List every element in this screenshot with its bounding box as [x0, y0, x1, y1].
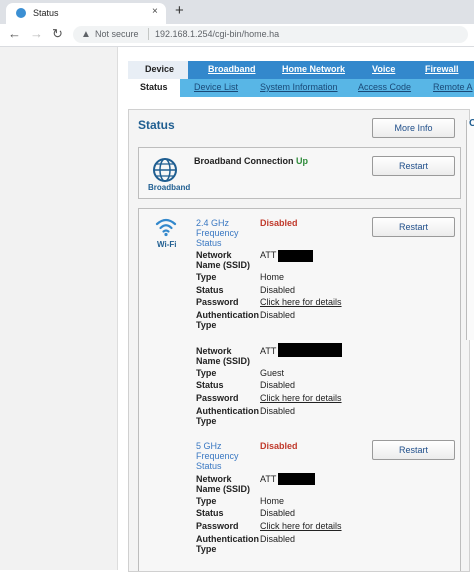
new-tab-button[interactable]: +	[175, 2, 184, 19]
password-label: Password	[196, 393, 239, 403]
broadband-connection-row: Broadband Connection Up	[194, 156, 308, 166]
warning-icon: ▲	[81, 29, 91, 40]
ssid-value: ATT	[260, 250, 277, 260]
wifi-icon	[155, 218, 177, 237]
status-label: Status	[196, 380, 224, 390]
type-label: Type	[196, 496, 217, 506]
left-blank-pane	[0, 47, 118, 570]
band-5-title: 5 GHz Frequency Status	[196, 441, 239, 471]
band-24-state: Disabled	[260, 218, 298, 228]
type-value: Home	[260, 496, 285, 506]
close-tab-icon[interactable]: ×	[152, 6, 158, 17]
password-label: Password	[196, 297, 239, 307]
band-24-restart-button[interactable]: Restart	[372, 217, 455, 237]
not-secure-label: Not secure	[95, 29, 139, 39]
primary-nav: Device Broadband Home Network Voice Fire…	[128, 61, 474, 79]
more-info-button[interactable]: More Info	[372, 118, 455, 138]
nav-home-network[interactable]: Home Network	[282, 64, 345, 74]
auth-type-value: Disabled	[260, 534, 296, 544]
ssid-label: Network Name (SSID)	[196, 346, 251, 366]
tab-strip: Status × +	[0, 0, 474, 24]
ssid-label: Network Name (SSID)	[196, 250, 251, 270]
status-value: Disabled	[260, 508, 296, 518]
ssid-value: ATT	[260, 474, 277, 484]
password-details-link[interactable]: Click here for details	[260, 521, 342, 531]
broadband-connection-label: Broadband Connection	[194, 156, 294, 166]
type-label: Type	[196, 368, 217, 378]
tab-title: Status	[33, 8, 59, 18]
forward-arrow-icon[interactable]: →	[30, 27, 43, 41]
subnav-access-code[interactable]: Access Code	[358, 82, 411, 92]
nav-voice[interactable]: Voice	[372, 64, 395, 74]
band-5-state: Disabled	[260, 441, 298, 451]
broadband-icon-label: Broadband	[148, 183, 191, 192]
auth-type-value: Disabled	[260, 406, 296, 416]
band-5-restart-button[interactable]: Restart	[372, 440, 455, 460]
reload-icon[interactable]: ↻	[52, 27, 63, 41]
type-label: Type	[196, 272, 217, 282]
browser-tab[interactable]: Status ×	[6, 3, 166, 24]
nav-firewall[interactable]: Firewall	[425, 64, 459, 74]
password-details-link[interactable]: Click here for details	[260, 393, 342, 403]
address-bar[interactable]: ▲ Not secure 192.168.1.254/cgi-bin/home.…	[73, 26, 468, 43]
type-value: Guest	[260, 368, 285, 378]
browser-toolbar: ← → ↻ ▲ Not secure 192.168.1.254/cgi-bin…	[0, 24, 474, 47]
page-title: Status	[138, 118, 175, 132]
nav-device-label: Device	[145, 64, 175, 74]
type-value: Home	[260, 272, 285, 282]
password-details-link[interactable]: Click here for details	[260, 297, 342, 307]
password-label: Password	[196, 521, 239, 531]
secondary-nav: Status Device List System Information Ac…	[128, 79, 474, 97]
subnav-remote-access[interactable]: Remote A	[433, 82, 473, 92]
auth-type-label: Authentication Type	[196, 406, 259, 426]
auth-type-label: Authentication Type	[196, 310, 259, 330]
right-scroll-area[interactable]	[466, 120, 474, 340]
redaction-box	[278, 473, 315, 485]
redaction-box	[278, 343, 342, 357]
att-favicon-icon	[16, 8, 26, 18]
broadband-state: Up	[296, 156, 309, 166]
subnav-device-list[interactable]: Device List	[194, 82, 238, 92]
auth-type-label: Authentication Type	[196, 534, 259, 554]
wifi-box	[138, 208, 461, 571]
globe-icon	[153, 158, 177, 182]
right-edge-heading: C	[469, 118, 474, 129]
status-value: Disabled	[260, 285, 296, 295]
back-arrow-icon[interactable]: ←	[8, 27, 21, 41]
nav-device-active[interactable]: Device	[128, 61, 188, 79]
status-label: Status	[196, 508, 224, 518]
status-value: Disabled	[260, 380, 296, 390]
subnav-status-active[interactable]: Status	[128, 79, 180, 97]
ssid-label: Network Name (SSID)	[196, 474, 251, 494]
wifi-icon-label: Wi-Fi	[157, 240, 177, 249]
broadband-restart-button[interactable]: Restart	[372, 156, 455, 176]
band-24-title: 2.4 GHz Frequency Status	[196, 218, 239, 248]
redaction-box	[278, 250, 313, 262]
subnav-status-label: Status	[140, 82, 168, 92]
divider	[148, 28, 149, 40]
auth-type-value: Disabled	[260, 310, 296, 320]
ssid-value: ATT	[260, 346, 277, 356]
subnav-system-information[interactable]: System Information	[260, 82, 338, 92]
nav-broadband[interactable]: Broadband	[208, 64, 256, 74]
status-label: Status	[196, 285, 224, 295]
url-text: 192.168.1.254/cgi-bin/home.ha	[155, 29, 280, 39]
